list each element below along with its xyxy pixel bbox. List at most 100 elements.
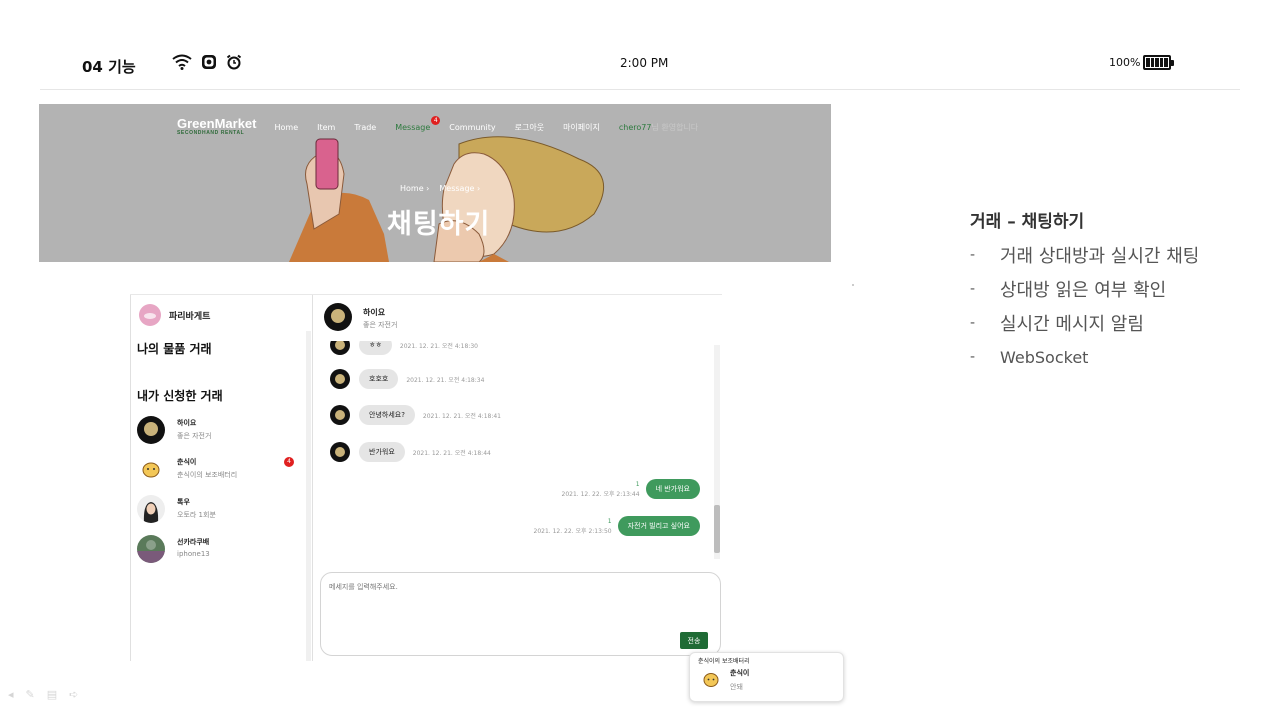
- message-composer: 전송: [320, 572, 721, 656]
- current-user: 파리바게트: [139, 304, 210, 326]
- chat-partner-name: 하이요: [363, 308, 386, 317]
- nav-message[interactable]: Message 4: [395, 115, 441, 132]
- incoming-message: ㅎㅎ 2021. 12. 21. 오전 4:18:30: [330, 341, 478, 355]
- message-bubble: 반가워요: [359, 442, 405, 462]
- status-bar: 04 기능 2:00 PM 100%: [40, 46, 1240, 90]
- message-scrollbar[interactable]: [714, 345, 720, 559]
- nav-home[interactable]: Home: [274, 123, 298, 132]
- slide: 04 기능 2:00 PM 100% GreenMarket SECONDHAN…: [0, 0, 1280, 720]
- partner-name: 하이요: [177, 419, 197, 427]
- hero-banner: GreenMarket SECONDHAND RENTAL Home Item T…: [39, 104, 831, 262]
- pen-icon[interactable]: ✎: [26, 688, 35, 701]
- partner-item-name: 좋은 자전거: [177, 432, 212, 440]
- outgoing-message: 1 2021. 12. 22. 오후 2:13:44 네 반가워요: [562, 479, 700, 499]
- breadcrumb-message[interactable]: Message ›: [439, 184, 480, 193]
- message-bubble: 호호호: [359, 369, 399, 389]
- slides-grid-icon[interactable]: ▤: [47, 688, 57, 701]
- nav-trade[interactable]: Trade: [354, 123, 376, 132]
- message-time: 2021. 12. 21. 오전 4:18:34: [406, 376, 485, 384]
- message-meta: 1 2021. 12. 22. 오후 2:13:50: [534, 518, 612, 535]
- incoming-message: 안녕하세요? 2021. 12. 21. 오전 4:18:41: [330, 405, 501, 425]
- presentation-toolbar: ◂ ✎ ▤ ➪: [8, 688, 78, 701]
- message-meta: 1 2021. 12. 22. 오후 2:13:44: [562, 481, 640, 498]
- message-time: 2021. 12. 21. 오전 4:18:41: [422, 412, 501, 420]
- avatar: [137, 535, 165, 563]
- notification-body: 안돼: [730, 683, 743, 691]
- message-bubble: 네 반가워요: [645, 479, 700, 499]
- incoming-message: 호호호 2021. 12. 21. 오전 4:18:34: [330, 369, 484, 389]
- brand-logo[interactable]: GreenMarket SECONDHAND RENTAL: [177, 117, 256, 137]
- section-label: 04 기능: [82, 58, 136, 76]
- avatar: [137, 416, 165, 444]
- page-title: 채팅하기: [387, 209, 491, 240]
- chat-window: 하이요 좋은 자전거 ㅎㅎ 2021. 12. 21. 오전 4:18:30 호…: [314, 295, 722, 661]
- note-item: - 상대방 읽은 여부 확인: [970, 280, 1167, 301]
- incoming-message: 반가워요 2021. 12. 21. 오전 4:18:44: [330, 442, 491, 462]
- status-icons: [172, 54, 242, 70]
- partner-name: 선카라쿠배: [177, 538, 210, 546]
- notification-title: 춘식이의 보조배터리: [698, 658, 750, 665]
- avatar: [330, 442, 350, 462]
- avatar: [330, 405, 350, 425]
- chat-partner-item[interactable]: 춘식이 춘식이의 보조배터리 4: [137, 455, 307, 485]
- message-time: 2021. 12. 21. 오전 4:18:44: [412, 449, 491, 457]
- unread-badge: 4: [284, 457, 294, 467]
- partner-item-name: iphone13: [177, 550, 210, 558]
- send-button[interactable]: 전송: [680, 632, 708, 649]
- nav-mypage[interactable]: 마이페이지: [563, 122, 600, 133]
- clock-time: 2:00 PM: [620, 56, 669, 70]
- message-input[interactable]: [329, 582, 709, 622]
- notification-sender: 춘식이: [730, 669, 750, 677]
- instagram-icon: [201, 54, 217, 70]
- outgoing-message: 1 2021. 12. 22. 오후 2:13:50 자전거 빌리고 싶어요: [534, 516, 700, 536]
- partner-name: 춘식이: [177, 458, 197, 466]
- divider-dot: [852, 284, 854, 286]
- note-item: - WebSocket: [970, 347, 1089, 367]
- message-badge: 4: [431, 115, 441, 125]
- message-bubble: 자전거 빌리고 싶어요: [617, 516, 700, 536]
- message-time: 2021. 12. 22. 오후 2:13:44: [561, 490, 640, 498]
- message-bubble: ㅎㅎ: [359, 341, 392, 355]
- unread-count: 1: [607, 517, 612, 525]
- battery-percent: 100%: [1109, 56, 1141, 69]
- avatar: [703, 673, 719, 687]
- site-navbar: GreenMarket SECONDHAND RENTAL Home Item T…: [177, 114, 698, 140]
- nav-logout[interactable]: 로그아웃: [515, 122, 544, 133]
- partner-name: 톡우: [177, 498, 190, 506]
- my-items-heading: 나의 물품 거래: [137, 342, 212, 356]
- notes-title: 거래 – 채팅하기: [970, 212, 1085, 232]
- avatar: [139, 304, 161, 326]
- chat-page: 파리바게트 나의 물품 거래 내가 신청한 거래 하이요 좋은 자전거 춘식이 …: [130, 294, 722, 661]
- message-time: 2021. 12. 22. 오후 2:13:50: [533, 527, 612, 535]
- chat-partner-item[interactable]: 하이요 좋은 자전거: [137, 416, 307, 446]
- message-bubble: 안녕하세요?: [359, 405, 415, 425]
- avatar: [330, 341, 350, 355]
- avatar: [330, 369, 350, 389]
- wifi-icon: [172, 54, 192, 70]
- next-slide-icon[interactable]: ➪: [69, 688, 78, 701]
- avatar: [137, 495, 165, 523]
- partner-item-name: 오토라 1회분: [177, 511, 216, 519]
- scrollbar-thumb[interactable]: [714, 505, 720, 553]
- partner-item-name: 춘식이의 보조배터리: [177, 471, 238, 479]
- current-user-name: 파리바게트: [169, 311, 211, 322]
- chat-partner-item[interactable]: 선카라쿠배 iphone13: [137, 535, 307, 565]
- alarm-clock-icon: [226, 54, 242, 70]
- nav-item[interactable]: Item: [317, 123, 335, 132]
- message-time: 2021. 12. 21. 오전 4:18:30: [399, 342, 478, 350]
- nav-username: chero77님 환영합니다: [618, 122, 699, 132]
- chat-partner-item[interactable]: 톡우 오토라 1회분: [137, 495, 307, 525]
- nav-community[interactable]: Community: [449, 123, 495, 132]
- prev-slide-icon[interactable]: ◂: [8, 688, 14, 701]
- note-item: - 실시간 메시지 알림: [970, 314, 1144, 335]
- unread-count: 1: [635, 480, 640, 488]
- breadcrumb-home[interactable]: Home ›: [400, 184, 429, 193]
- chat-item-name: 좋은 자전거: [363, 321, 398, 329]
- avatar: [137, 455, 165, 483]
- avatar: [324, 303, 352, 331]
- sidebar-scrollbar[interactable]: [306, 331, 311, 661]
- message-notification[interactable]: 춘식이의 보조배터리 춘식이 안돼: [689, 652, 844, 702]
- feature-notes: 거래 – 채팅하기 - 거래 상대방과 실시간 채팅 - 상대방 읽은 여부 확인 …: [970, 207, 1199, 374]
- battery-icon: [1143, 55, 1174, 70]
- message-list: ㅎㅎ 2021. 12. 21. 오전 4:18:30 호호호 2021. 12…: [314, 341, 714, 557]
